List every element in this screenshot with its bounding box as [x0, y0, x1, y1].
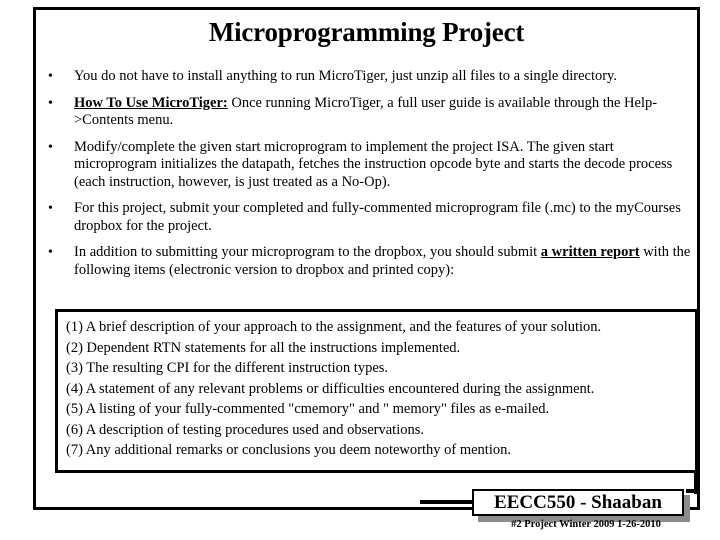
badge-connector-right — [686, 489, 698, 493]
bullet-marker: • — [48, 201, 53, 216]
list-item: • In addition to submitting your micropr… — [48, 244, 696, 279]
bullet-segment: For this project, submit your completed … — [74, 200, 681, 234]
badge-connector-horizontal — [420, 500, 480, 504]
list-item: • You do not have to install anything to… — [48, 68, 696, 86]
requirement-item: (6) A description of testing procedures … — [66, 421, 424, 438]
requirement-item: (5) A listing of your fully-commented "c… — [66, 401, 550, 417]
slide-frame: Microprogramming Project • You do not ha… — [33, 7, 700, 510]
requirement-item: (2) Dependent RTN statements for all the… — [66, 339, 461, 356]
bullet-segment-emphasis: a written report — [540, 244, 640, 260]
bullet-marker: • — [48, 95, 53, 111]
bullet-text: In addition to submitting your microprog… — [74, 244, 696, 279]
bullet-segment: In addition to submitting your microprog… — [74, 244, 541, 260]
bullet-segment: Modify/complete the given start micropro… — [74, 138, 673, 190]
requirement-item: (1) A brief description of your approach… — [66, 319, 602, 335]
bullet-marker: • — [48, 245, 53, 260]
requirement-item: (7) Any additional remarks or conclusion… — [66, 442, 511, 458]
bullet-marker: • — [48, 69, 53, 84]
bullet-text: You do not have to install anything to r… — [74, 68, 696, 86]
list-item: • How To Use MicroTiger: Once running Mi… — [48, 95, 696, 130]
bullet-text: For this project, submit your completed … — [74, 200, 696, 235]
slide-page: { "slide": { "title": "Microprogramming … — [0, 0, 720, 540]
requirement-item: (3) The resulting CPI for the different … — [66, 360, 389, 376]
bullet-segment: You do not have to install anything to r… — [74, 68, 617, 84]
bullet-segment-emphasis: How To Use MicroTiger: — [74, 94, 228, 111]
requirements-box: (1) A brief description of your approach… — [55, 309, 698, 473]
footer-subtitle: #2 Project Winter 2009 1-26-2010 — [511, 519, 661, 530]
course-badge: EECC550 - Shaaban — [472, 489, 684, 516]
bullet-text: Modify/complete the given start micropro… — [74, 139, 696, 192]
requirements-list: (1) A brief description of your approach… — [66, 317, 693, 461]
course-badge-label: EECC550 - Shaaban — [494, 491, 662, 513]
page-title: Microprogramming Project — [208, 17, 525, 47]
bullet-text: How To Use MicroTiger: Once running Micr… — [74, 95, 696, 130]
bullet-list: • You do not have to install anything to… — [48, 68, 696, 288]
requirement-item: (4) A statement of any relevant problems… — [66, 380, 595, 397]
list-item: • For this project, submit your complete… — [48, 200, 696, 235]
bullet-marker: • — [48, 139, 53, 155]
list-item: • Modify/complete the given start microp… — [48, 139, 696, 192]
